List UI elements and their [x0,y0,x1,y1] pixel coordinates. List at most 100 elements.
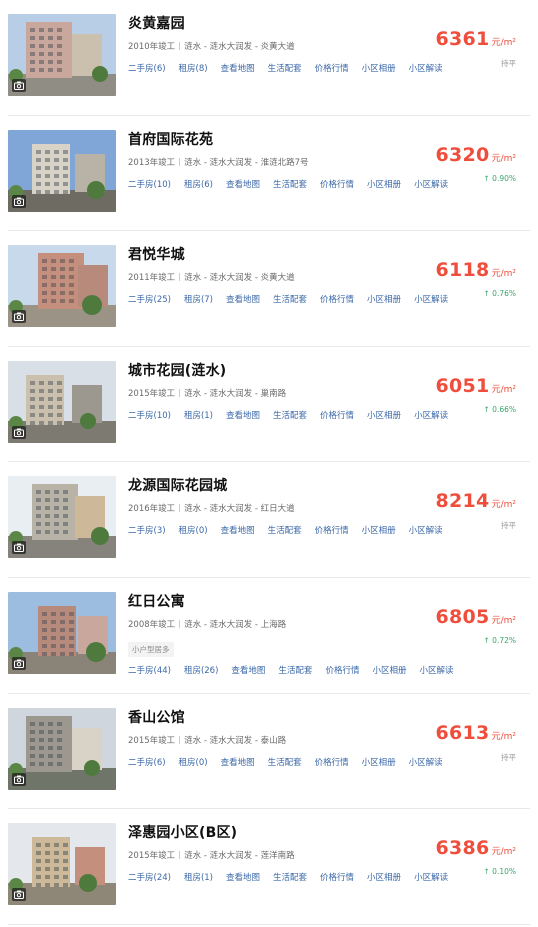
listing-link[interactable]: 查看地图 [221,758,255,768]
divider [179,504,181,513]
listing-link[interactable]: 小区相册 [367,295,401,305]
listing-link[interactable]: 查看地图 [226,873,260,883]
listing-link[interactable]: 生活配套 [273,411,307,421]
community-name[interactable]: 首府国际花苑 [128,129,213,149]
listing-link[interactable]: 小区相册 [367,873,401,883]
price-change: ↑ 0.66% [484,405,517,414]
listing-link[interactable]: 小区解读 [409,758,443,768]
listing-item[interactable]: 城市花园(涟水) 2015年竣工 涟水 - 涟水大润发 - 巢南路 二手房(10)… [8,347,530,463]
listing-item[interactable]: 香山公馆 2015年竣工 涟水 - 涟水大润发 - 泰山路 二手房(6) 租房(0)… [8,694,530,810]
listing-link[interactable]: 查看地图 [226,295,260,305]
listing-item[interactable]: 泽惠园小区(B区) 2015年竣工 涟水 - 涟水大润发 - 莲洋南路 二手房(2… [8,809,530,925]
listing-link[interactable]: 租房(8) [179,64,208,74]
listing-link[interactable]: 小区解读 [414,873,448,883]
community-name[interactable]: 红日公寓 [128,591,185,611]
listing-item[interactable]: 炎黄嘉园 2010年竣工 涟水 - 涟水大润发 - 炎黄大道 二手房(6) 租房(8… [8,0,530,116]
listing-link[interactable]: 小区解读 [414,411,448,421]
listing-link[interactable]: 查看地图 [221,526,255,536]
listing-link[interactable]: 租房(0) [179,758,208,768]
listing-link[interactable]: 小区相册 [362,64,396,74]
listing-link[interactable]: 小区解读 [409,64,443,74]
community-name[interactable]: 炎黄嘉园 [128,13,185,33]
building-photo-5[interactable] [8,476,116,559]
listing-link[interactable]: 二手房(6) [128,64,166,74]
divider [179,619,181,628]
listing-item[interactable]: 首府国际花苑 2013年竣工 涟水 - 涟水大润发 - 淮涟北路7号 二手房(10… [8,116,530,232]
listing-link[interactable]: 二手房(44) [128,666,171,676]
listing-link[interactable]: 价格行情 [320,180,354,190]
listing-link[interactable]: 查看地图 [221,64,255,74]
listing-link[interactable]: 查看地图 [231,666,265,676]
listing-item[interactable]: 红日公寓 2008年竣工 涟水 - 涟水大润发 - 上海路 小户型居多 二手房(4… [8,578,530,694]
build-year: 2008年竣工 [128,619,176,630]
community-name[interactable]: 龙源国际花园城 [128,475,227,495]
community-name[interactable]: 香山公馆 [128,707,185,727]
listing-link[interactable]: 租房(0) [179,526,208,536]
listing-link[interactable]: 生活配套 [273,873,307,883]
price-value: 8214 [435,490,490,513]
community-meta: 2008年竣工 涟水 - 涟水大润发 - 上海路 [128,618,286,630]
price-change: 持平 [501,58,516,69]
community-meta: 2015年竣工 涟水 - 涟水大润发 - 巢南路 [128,387,286,399]
building-photo-1[interactable] [8,14,116,96]
listing-link[interactable]: 价格行情 [315,526,349,536]
divider [179,735,181,744]
listing-item[interactable]: 龙源国际花园城 2016年竣工 涟水 - 涟水大润发 - 红日大道 二手房(3) 租… [8,462,530,578]
listing-link[interactable]: 小区相册 [367,180,401,190]
listing-link[interactable]: 租房(7) [184,295,213,305]
community-location: 涟水 - 涟水大润发 - 炎黄大道 [184,42,295,52]
listing-link[interactable]: 生活配套 [268,64,302,74]
listing-link[interactable]: 生活配套 [273,180,307,190]
camera-icon [12,425,26,439]
listing-link[interactable]: 生活配套 [278,666,312,676]
listing-link[interactable]: 生活配套 [268,758,302,768]
listing-link[interactable]: 二手房(3) [128,526,166,536]
listing-item[interactable]: 君悦华城 2011年竣工 涟水 - 涟水大润发 - 炎黄大道 二手房(25) 租房(… [8,231,530,347]
building-photo-2[interactable] [8,129,116,212]
listing-link[interactable]: 租房(1) [184,411,213,421]
listing-link[interactable]: 租房(1) [184,873,213,883]
building-photo-3[interactable] [8,245,116,328]
community-name[interactable]: 城市花园(涟水) [128,360,226,380]
community-name[interactable]: 泽惠园小区(B区) [128,822,237,842]
price-block: 6051 元/m² [435,375,516,397]
community-meta: 2015年竣工 涟水 - 涟水大润发 - 泰山路 [128,734,286,746]
listing-link[interactable]: 小区相册 [362,758,396,768]
listing-link[interactable]: 小区解读 [409,526,443,536]
community-meta: 2013年竣工 涟水 - 涟水大润发 - 淮涟北路7号 [128,156,309,168]
listing-link[interactable]: 小区解读 [414,295,448,305]
listing-link[interactable]: 价格行情 [320,411,354,421]
listing-link[interactable]: 小区解读 [419,666,453,676]
listing-link[interactable]: 价格行情 [315,758,349,768]
community-name[interactable]: 君悦华城 [128,244,185,264]
listing-link[interactable]: 租房(6) [184,180,213,190]
listing-link[interactable]: 二手房(6) [128,758,166,768]
listing-link[interactable]: 二手房(10) [128,411,171,421]
listing-link[interactable]: 租房(26) [184,666,218,676]
price-value: 6118 [435,259,490,282]
listing-link[interactable]: 价格行情 [325,666,359,676]
listing-link[interactable]: 二手房(25) [128,295,171,305]
listing-links: 二手房(24) 租房(1) 查看地图 生活配套 价格行情 小区相册 小区解读 [128,871,461,883]
listing-link[interactable]: 查看地图 [226,180,260,190]
listing-link[interactable]: 小区解读 [414,180,448,190]
building-photo-4[interactable] [8,360,116,443]
community-list: 炎黄嘉园 2010年竣工 涟水 - 涟水大润发 - 炎黄大道 二手房(6) 租房(8… [0,0,538,925]
listing-link[interactable]: 二手房(10) [128,180,171,190]
price-unit: 元/m² [491,38,516,48]
listing-link[interactable]: 价格行情 [315,64,349,74]
listing-link[interactable]: 生活配套 [273,295,307,305]
listing-link[interactable]: 小区相册 [372,666,406,676]
listing-link[interactable]: 二手房(24) [128,873,171,883]
listing-link[interactable]: 生活配套 [268,526,302,536]
listing-link[interactable]: 价格行情 [320,873,354,883]
listing-link[interactable]: 小区相册 [362,526,396,536]
building-photo-8[interactable] [8,823,116,906]
listing-link[interactable]: 查看地图 [226,411,260,421]
price-change: ↑ 0.76% [484,289,517,298]
building-photo-7[interactable] [8,707,116,790]
listing-link[interactable]: 小区相册 [367,411,401,421]
building-photo-6[interactable] [8,591,116,674]
community-meta: 2016年竣工 涟水 - 涟水大润发 - 红日大道 [128,502,295,514]
listing-link[interactable]: 价格行情 [320,295,354,305]
